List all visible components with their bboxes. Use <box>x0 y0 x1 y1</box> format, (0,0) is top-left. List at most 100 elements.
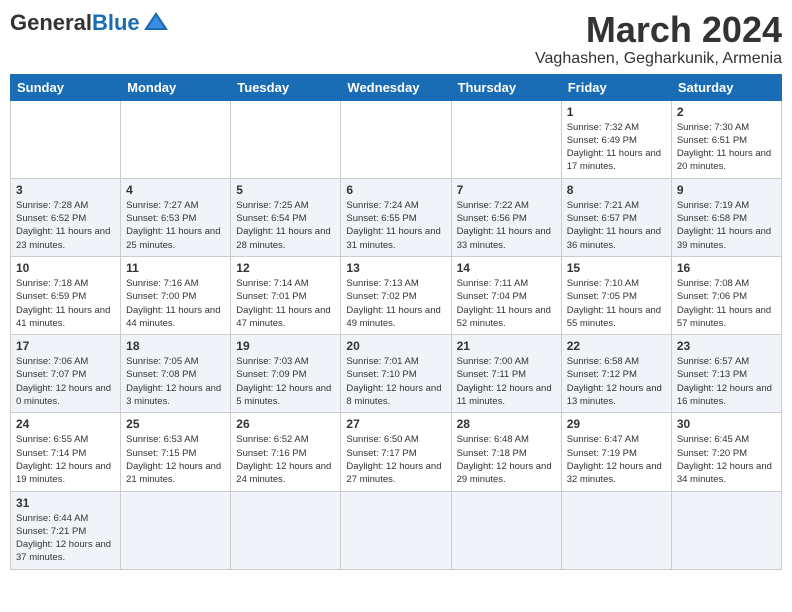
calendar-cell: 4 Sunrise: 7:27 AM Sunset: 6:53 PM Daylig… <box>121 178 231 256</box>
cell-date-number: 12 <box>236 261 335 275</box>
calendar-cell: 15 Sunrise: 7:10 AM Sunset: 7:05 PM Dayli… <box>561 256 671 334</box>
cell-date-number: 28 <box>457 417 556 431</box>
weekday-header-friday: Friday <box>561 74 671 100</box>
calendar-cell: 31 Sunrise: 6:44 AM Sunset: 7:21 PM Dayli… <box>11 491 121 569</box>
subtitle: Vaghashen, Gegharkunik, Armenia <box>535 50 782 68</box>
calendar-cell <box>451 491 561 569</box>
calendar-week-0: 1Sunrise: 7:32 AM Sunset: 6:49 PM Daylig… <box>11 100 782 178</box>
cell-date-number: 9 <box>677 183 776 197</box>
cell-date-number: 8 <box>567 183 666 197</box>
cell-date-number: 15 <box>567 261 666 275</box>
cell-sun-info: Sunrise: 6:47 AM Sunset: 7:19 PM Dayligh… <box>567 433 666 486</box>
cell-sun-info: Sunrise: 7:14 AM Sunset: 7:01 PM Dayligh… <box>236 277 335 330</box>
cell-sun-info: Sunrise: 7:13 AM Sunset: 7:02 PM Dayligh… <box>346 277 445 330</box>
calendar-week-3: 17Sunrise: 7:06 AM Sunset: 7:07 PM Dayli… <box>11 335 782 413</box>
calendar-cell: 13 Sunrise: 7:13 AM Sunset: 7:02 PM Dayli… <box>341 256 451 334</box>
calendar-cell: 17Sunrise: 7:06 AM Sunset: 7:07 PM Dayli… <box>11 335 121 413</box>
calendar-cell: 30 Sunrise: 6:45 AM Sunset: 7:20 PM Dayli… <box>671 413 781 491</box>
cell-date-number: 3 <box>16 183 115 197</box>
weekday-header-saturday: Saturday <box>671 74 781 100</box>
calendar-cell: 25Sunrise: 6:53 AM Sunset: 7:15 PM Dayli… <box>121 413 231 491</box>
cell-date-number: 17 <box>16 339 115 353</box>
calendar-cell: 5 Sunrise: 7:25 AM Sunset: 6:54 PM Daylig… <box>231 178 341 256</box>
calendar-cell: 22Sunrise: 6:58 AM Sunset: 7:12 PM Dayli… <box>561 335 671 413</box>
cell-sun-info: Sunrise: 6:57 AM Sunset: 7:13 PM Dayligh… <box>677 355 776 408</box>
cell-sun-info: Sunrise: 7:27 AM Sunset: 6:53 PM Dayligh… <box>126 199 225 252</box>
cell-date-number: 29 <box>567 417 666 431</box>
calendar-cell <box>121 491 231 569</box>
cell-sun-info: Sunrise: 7:24 AM Sunset: 6:55 PM Dayligh… <box>346 199 445 252</box>
cell-sun-info: Sunrise: 7:00 AM Sunset: 7:11 PM Dayligh… <box>457 355 556 408</box>
cell-date-number: 24 <box>16 417 115 431</box>
cell-date-number: 19 <box>236 339 335 353</box>
cell-sun-info: Sunrise: 7:21 AM Sunset: 6:57 PM Dayligh… <box>567 199 666 252</box>
calendar-cell <box>11 100 121 178</box>
cell-date-number: 30 <box>677 417 776 431</box>
calendar-cell: 10Sunrise: 7:18 AM Sunset: 6:59 PM Dayli… <box>11 256 121 334</box>
cell-date-number: 11 <box>126 261 225 275</box>
header: General Blue March 2024 Vaghashen, Gegha… <box>10 10 782 68</box>
calendar-cell: 16Sunrise: 7:08 AM Sunset: 7:06 PM Dayli… <box>671 256 781 334</box>
calendar-cell <box>341 100 451 178</box>
calendar-cell <box>231 100 341 178</box>
calendar-cell: 14Sunrise: 7:11 AM Sunset: 7:04 PM Dayli… <box>451 256 561 334</box>
cell-date-number: 2 <box>677 105 776 119</box>
cell-date-number: 31 <box>16 496 115 510</box>
calendar-cell: 26 Sunrise: 6:52 AM Sunset: 7:16 PM Dayli… <box>231 413 341 491</box>
calendar-cell: 11 Sunrise: 7:16 AM Sunset: 7:00 PM Dayli… <box>121 256 231 334</box>
calendar-cell: 8 Sunrise: 7:21 AM Sunset: 6:57 PM Daylig… <box>561 178 671 256</box>
calendar-cell: 20 Sunrise: 7:01 AM Sunset: 7:10 PM Dayli… <box>341 335 451 413</box>
weekday-header-row: SundayMondayTuesdayWednesdayThursdayFrid… <box>11 74 782 100</box>
calendar-cell: 12 Sunrise: 7:14 AM Sunset: 7:01 PM Dayli… <box>231 256 341 334</box>
calendar-week-4: 24Sunrise: 6:55 AM Sunset: 7:14 PM Dayli… <box>11 413 782 491</box>
cell-date-number: 5 <box>236 183 335 197</box>
cell-sun-info: Sunrise: 6:52 AM Sunset: 7:16 PM Dayligh… <box>236 433 335 486</box>
weekday-header-sunday: Sunday <box>11 74 121 100</box>
cell-sun-info: Sunrise: 7:03 AM Sunset: 7:09 PM Dayligh… <box>236 355 335 408</box>
cell-date-number: 16 <box>677 261 776 275</box>
weekday-header-tuesday: Tuesday <box>231 74 341 100</box>
calendar-cell <box>451 100 561 178</box>
calendar-cell <box>341 491 451 569</box>
cell-date-number: 4 <box>126 183 225 197</box>
calendar-cell <box>561 491 671 569</box>
cell-sun-info: Sunrise: 7:22 AM Sunset: 6:56 PM Dayligh… <box>457 199 556 252</box>
logo-icon <box>142 10 170 32</box>
cell-sun-info: Sunrise: 6:45 AM Sunset: 7:20 PM Dayligh… <box>677 433 776 486</box>
calendar-week-1: 3 Sunrise: 7:28 AM Sunset: 6:52 PM Daylig… <box>11 178 782 256</box>
logo-general-text: General <box>10 12 92 34</box>
cell-date-number: 18 <box>126 339 225 353</box>
cell-sun-info: Sunrise: 7:10 AM Sunset: 7:05 PM Dayligh… <box>567 277 666 330</box>
calendar-cell: 1Sunrise: 7:32 AM Sunset: 6:49 PM Daylig… <box>561 100 671 178</box>
calendar-cell: 3 Sunrise: 7:28 AM Sunset: 6:52 PM Daylig… <box>11 178 121 256</box>
cell-sun-info: Sunrise: 7:19 AM Sunset: 6:58 PM Dayligh… <box>677 199 776 252</box>
calendar-cell <box>121 100 231 178</box>
logo: General Blue <box>10 10 170 34</box>
cell-sun-info: Sunrise: 6:50 AM Sunset: 7:17 PM Dayligh… <box>346 433 445 486</box>
cell-date-number: 26 <box>236 417 335 431</box>
cell-sun-info: Sunrise: 6:53 AM Sunset: 7:15 PM Dayligh… <box>126 433 225 486</box>
cell-sun-info: Sunrise: 6:48 AM Sunset: 7:18 PM Dayligh… <box>457 433 556 486</box>
cell-sun-info: Sunrise: 7:30 AM Sunset: 6:51 PM Dayligh… <box>677 121 776 174</box>
cell-sun-info: Sunrise: 6:58 AM Sunset: 7:12 PM Dayligh… <box>567 355 666 408</box>
weekday-header-thursday: Thursday <box>451 74 561 100</box>
calendar-cell: 2 Sunrise: 7:30 AM Sunset: 6:51 PM Daylig… <box>671 100 781 178</box>
cell-sun-info: Sunrise: 7:01 AM Sunset: 7:10 PM Dayligh… <box>346 355 445 408</box>
cell-date-number: 20 <box>346 339 445 353</box>
calendar-week-5: 31 Sunrise: 6:44 AM Sunset: 7:21 PM Dayli… <box>11 491 782 569</box>
cell-sun-info: Sunrise: 6:44 AM Sunset: 7:21 PM Dayligh… <box>16 512 115 565</box>
cell-sun-info: Sunrise: 7:25 AM Sunset: 6:54 PM Dayligh… <box>236 199 335 252</box>
calendar-cell: 27Sunrise: 6:50 AM Sunset: 7:17 PM Dayli… <box>341 413 451 491</box>
weekday-header-wednesday: Wednesday <box>341 74 451 100</box>
calendar-cell: 6Sunrise: 7:24 AM Sunset: 6:55 PM Daylig… <box>341 178 451 256</box>
cell-date-number: 23 <box>677 339 776 353</box>
cell-sun-info: Sunrise: 7:16 AM Sunset: 7:00 PM Dayligh… <box>126 277 225 330</box>
calendar-cell: 29 Sunrise: 6:47 AM Sunset: 7:19 PM Dayli… <box>561 413 671 491</box>
calendar-cell: 18Sunrise: 7:05 AM Sunset: 7:08 PM Dayli… <box>121 335 231 413</box>
calendar-cell <box>671 491 781 569</box>
cell-sun-info: Sunrise: 7:28 AM Sunset: 6:52 PM Dayligh… <box>16 199 115 252</box>
cell-date-number: 13 <box>346 261 445 275</box>
title-area: March 2024 Vaghashen, Gegharkunik, Armen… <box>535 10 782 68</box>
calendar-cell: 9 Sunrise: 7:19 AM Sunset: 6:58 PM Daylig… <box>671 178 781 256</box>
cell-date-number: 7 <box>457 183 556 197</box>
